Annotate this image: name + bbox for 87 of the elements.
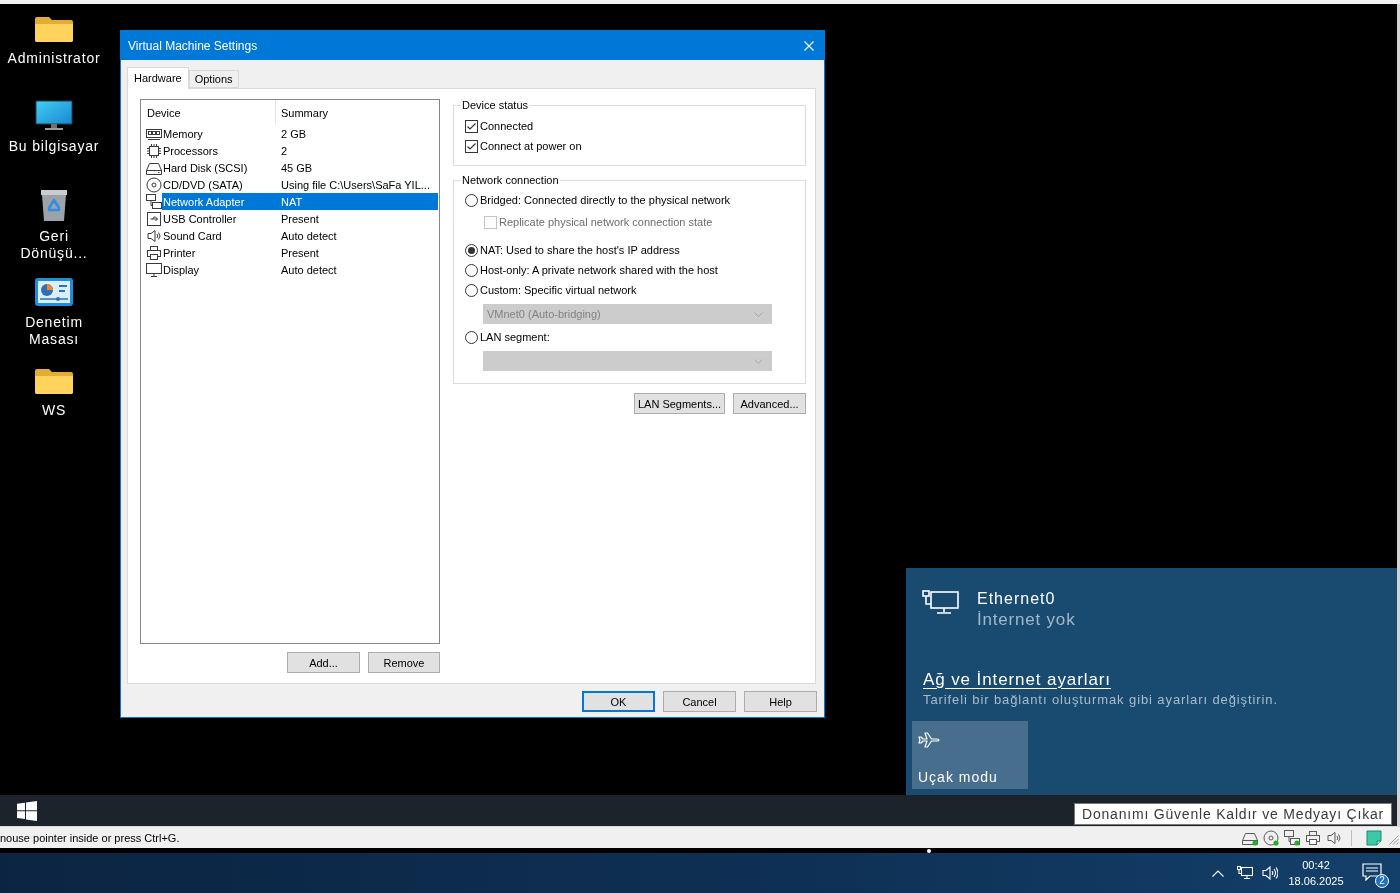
- monitor-icon: [34, 100, 74, 132]
- quick-action-tile[interactable]: Uçak modu: [912, 721, 1028, 789]
- window-title: Virtual Machine Settings: [128, 38, 259, 53]
- speaker-icon[interactable]: [1262, 866, 1278, 880]
- status-message: nouse pointer inside or press Ctrl+G.: [0, 831, 180, 844]
- disc-icon: [146, 176, 162, 193]
- cancel-button[interactable]: Cancel: [663, 691, 736, 712]
- clock-time[interactable]: 00:42: [1302, 858, 1330, 872]
- settings-link[interactable]: Ağ ve İnternet ayarları: [923, 669, 1111, 691]
- device-summary[interactable]: Auto detect: [276, 261, 438, 278]
- radio-label[interactable]: LAN segment:: [480, 331, 550, 343]
- radio-button[interactable]: [465, 193, 478, 207]
- chip-icon: [146, 142, 162, 159]
- device-name[interactable]: CD/DVD (SATA): [162, 176, 276, 193]
- clock-date[interactable]: 18.06.2025: [1288, 874, 1344, 888]
- device-name[interactable]: Network Adapter: [162, 193, 276, 210]
- radio-button[interactable]: [465, 263, 478, 277]
- device-name[interactable]: Display: [162, 261, 276, 278]
- connection-status: İnternet yok: [977, 609, 1076, 631]
- device-summary[interactable]: 2 GB: [276, 125, 438, 142]
- device-summary[interactable]: 45 GB: [276, 159, 438, 176]
- notification-count: 2: [1375, 874, 1389, 888]
- lan-segments-button[interactable]: LAN Segments...: [634, 393, 725, 414]
- speaker-icon: [146, 227, 162, 244]
- column-header[interactable]: Device: [141, 100, 276, 125]
- ok-button[interactable]: OK: [582, 691, 655, 712]
- desktop-shortcut[interactable]: Administrator: [0, 12, 108, 67]
- monitor-icon: [146, 261, 162, 278]
- checkbox[interactable]: [465, 119, 478, 133]
- printer-icon: [146, 244, 162, 261]
- add-button[interactable]: Add...: [287, 652, 360, 673]
- help-button[interactable]: Help: [744, 691, 817, 712]
- desktop-shortcut[interactable]: Bu bilgisayar: [0, 100, 108, 155]
- network-icon[interactable]: [1284, 829, 1300, 846]
- settings-hint: Tarifeli bir bağlantı oluşturmak gibi ayarları değiştirin.: [923, 691, 1278, 709]
- checkbox[interactable]: [465, 139, 478, 153]
- radio-button[interactable]: [465, 330, 478, 344]
- radio-label[interactable]: NAT: Used to share the host's IP address: [480, 244, 680, 256]
- remove-button[interactable]: Remove: [368, 652, 440, 673]
- start-button[interactable]: [15, 798, 39, 823]
- note-icon[interactable]: [1366, 829, 1382, 846]
- checkbox-label[interactable]: Connected: [480, 120, 534, 132]
- device-summary[interactable]: Present: [276, 210, 438, 227]
- checkbox-label[interactable]: Connect at power on: [480, 140, 582, 152]
- network-icon: [146, 193, 162, 210]
- device-name[interactable]: Processors: [162, 142, 276, 159]
- printer-icon[interactable]: [1305, 829, 1321, 846]
- airplane-icon: [918, 731, 940, 749]
- usb-icon: [146, 210, 162, 227]
- device-summary[interactable]: Present: [276, 244, 438, 261]
- radio-label[interactable]: Host-only: A private network shared with the host: [480, 264, 718, 276]
- radio-label[interactable]: Custom: Specific virtual network: [480, 284, 637, 296]
- tab[interactable]: Hardware: [127, 67, 189, 89]
- desktop-shortcut[interactable]: Geri Dönüşü...: [0, 188, 108, 262]
- close-icon: [804, 40, 814, 51]
- speaker-icon[interactable]: [1326, 829, 1342, 846]
- device-summary[interactable]: 2: [276, 142, 438, 159]
- group-title: Device status: [461, 98, 530, 112]
- device-name[interactable]: Memory: [162, 125, 276, 142]
- desktop-shortcut[interactable]: Denetim Masası: [0, 276, 108, 348]
- disc-icon[interactable]: [1263, 829, 1279, 846]
- device-name[interactable]: Sound Card: [162, 227, 276, 244]
- group-title: Network connection: [461, 173, 560, 187]
- network-icon[interactable]: [1237, 866, 1253, 880]
- tab[interactable]: Options: [188, 70, 239, 88]
- chevron-up-icon[interactable]: [1212, 869, 1224, 877]
- radio-button[interactable]: [465, 243, 478, 257]
- chevron-down-icon: [754, 311, 763, 317]
- radio-label[interactable]: Bridged: Connected directly to the physical network: [480, 194, 731, 206]
- desktop-shortcut[interactable]: WS: [0, 364, 108, 419]
- tooltip: Donanımı Güvenle Kaldır ve Medyayı Çıkar: [1074, 803, 1392, 825]
- dashboard-icon: [34, 276, 74, 308]
- resize-grip-icon[interactable]: [1389, 834, 1399, 845]
- dot-icon: [927, 848, 931, 853]
- connection-name: Ethernet0: [977, 589, 1057, 609]
- device-name[interactable]: USB Controller: [162, 210, 276, 227]
- radio-button[interactable]: [465, 283, 478, 297]
- four-panes-icon: [17, 800, 37, 821]
- column-header[interactable]: Summary: [276, 100, 439, 125]
- device-summary[interactable]: NAT: [276, 193, 438, 210]
- device-summary[interactable]: Auto detect: [276, 227, 438, 244]
- chevron-down-icon: [754, 358, 763, 364]
- device-name[interactable]: Hard Disk (SCSI): [162, 159, 276, 176]
- ethernet-icon: [922, 590, 960, 616]
- device-summary[interactable]: Using file C:\Users\SaFa YIL...: [276, 176, 438, 193]
- device-name[interactable]: Printer: [162, 244, 276, 261]
- advanced-button[interactable]: Advanced...: [733, 393, 806, 414]
